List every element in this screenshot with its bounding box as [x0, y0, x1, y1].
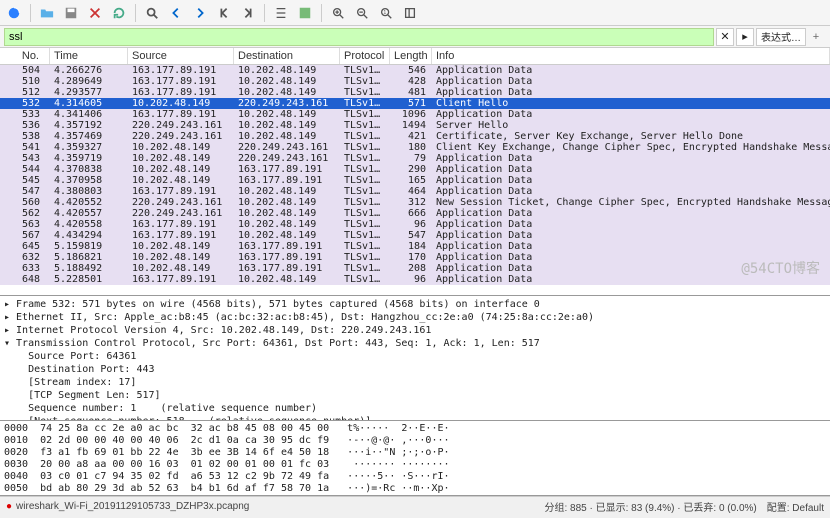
display-filter-input[interactable] — [4, 28, 714, 46]
svg-text:1: 1 — [383, 9, 386, 15]
packet-row[interactable]: 5334.341406163.177.89.19110.202.48.149TL… — [0, 109, 830, 120]
packet-row[interactable]: 5104.289649163.177.89.19110.202.48.149TL… — [0, 76, 830, 87]
packet-row[interactable]: 5624.420557220.249.243.16110.202.48.149T… — [0, 208, 830, 219]
expert-info-icon[interactable]: ● — [6, 501, 12, 512]
autoscroll-icon[interactable] — [271, 3, 291, 23]
status-bar: ● wireshark_Wi-Fi_20191129105733_DZHP3x.… — [0, 496, 830, 516]
detail-line[interactable]: ▸ Frame 532: 571 bytes on wire (4568 bit… — [4, 298, 826, 311]
add-filter-tab[interactable]: + — [806, 31, 826, 43]
col-src[interactable]: Source — [128, 48, 234, 64]
packet-row[interactable]: 5634.420558163.177.89.19110.202.48.149TL… — [0, 219, 830, 230]
packet-row[interactable]: 5604.420552220.249.243.16110.202.48.149T… — [0, 197, 830, 208]
col-proto[interactable]: Protocol — [340, 48, 390, 64]
hex-row[interactable]: 0030 20 00 a8 aa 00 00 16 03 01 02 00 01… — [4, 459, 826, 471]
status-profile[interactable]: 配置: Default — [767, 499, 824, 514]
reload-icon[interactable] — [109, 3, 129, 23]
hex-row[interactable]: 0050 bd ab 80 29 3d ab 52 63 b4 b1 6d af… — [4, 483, 826, 495]
packet-row[interactable]: 5044.266276163.177.89.19110.202.48.149TL… — [0, 65, 830, 76]
main-toolbar: 1 — [0, 0, 830, 26]
packet-row[interactable]: 5454.37095810.202.48.149163.177.89.191TL… — [0, 175, 830, 186]
detail-line[interactable]: Sequence number: 1 (relative sequence nu… — [4, 402, 826, 415]
packet-row[interactable]: 6325.18682110.202.48.149163.177.89.191TL… — [0, 252, 830, 263]
packet-row[interactable]: 5384.357469220.249.243.16110.202.48.149T… — [0, 131, 830, 142]
hex-row[interactable]: 0000 74 25 8a cc 2e a0 ac bc 32 ac b8 45… — [4, 423, 826, 435]
detail-line[interactable]: [Stream index: 17] — [4, 376, 826, 389]
col-no[interactable]: No. — [0, 48, 50, 64]
zoom-out-icon[interactable] — [352, 3, 372, 23]
filter-bar: ✕ ▸ 表达式… + — [0, 26, 830, 48]
packet-details-pane[interactable]: ▸ Frame 532: 571 bytes on wire (4568 bit… — [0, 296, 830, 421]
packet-row[interactable]: 5674.434294163.177.89.19110.202.48.149TL… — [0, 230, 830, 241]
expression-button[interactable]: 表达式… — [756, 28, 806, 46]
jump-first-icon[interactable] — [214, 3, 234, 23]
open-folder-icon[interactable] — [37, 3, 57, 23]
logo-icon — [4, 3, 24, 23]
packet-row[interactable]: 6335.18849210.202.48.149163.177.89.191TL… — [0, 263, 830, 274]
prev-icon[interactable] — [166, 3, 186, 23]
packet-row[interactable]: 5364.357192220.249.243.16110.202.48.149T… — [0, 120, 830, 131]
packet-row[interactable]: 5324.31460510.202.48.149220.249.243.161T… — [0, 98, 830, 109]
detail-line[interactable]: ▸ Internet Protocol Version 4, Src: 10.2… — [4, 324, 826, 337]
detail-line[interactable]: ▸ Ethernet II, Src: Apple_ac:b8:45 (ac:b… — [4, 311, 826, 324]
packet-row[interactable]: 5124.293577163.177.89.19110.202.48.149TL… — [0, 87, 830, 98]
hex-row[interactable]: 0010 02 2d 00 00 40 00 40 06 2c d1 0a ca… — [4, 435, 826, 447]
search-icon[interactable] — [142, 3, 162, 23]
packet-row[interactable]: 5434.35971910.202.48.149220.249.243.161T… — [0, 153, 830, 164]
detail-line[interactable]: ▾ Transmission Control Protocol, Src Por… — [4, 337, 826, 350]
col-dst[interactable]: Destination — [234, 48, 340, 64]
status-packets: 分组: 885 · 已显示: 83 (9.4%) · 已丢弃: 0 (0.0%) — [544, 499, 756, 514]
col-info[interactable]: Info — [432, 48, 830, 64]
zoom-reset-icon[interactable]: 1 — [376, 3, 396, 23]
colorize-icon[interactable] — [295, 3, 315, 23]
zoom-in-icon[interactable] — [328, 3, 348, 23]
packet-row[interactable]: 6485.228501163.177.89.19110.202.48.149TL… — [0, 274, 830, 285]
detail-line[interactable]: [TCP Segment Len: 517] — [4, 389, 826, 402]
clear-filter-icon[interactable]: ✕ — [716, 28, 734, 46]
col-len[interactable]: Length — [390, 48, 432, 64]
packet-list-header: No. Time Source Destination Protocol Len… — [0, 48, 830, 65]
status-file: wireshark_Wi-Fi_20191129105733_DZHP3x.pc… — [16, 501, 249, 512]
close-icon[interactable] — [85, 3, 105, 23]
packet-row[interactable]: 5414.35932710.202.48.149220.249.243.161T… — [0, 142, 830, 153]
next-icon[interactable] — [190, 3, 210, 23]
packet-row[interactable]: 5444.37083810.202.48.149163.177.89.191TL… — [0, 164, 830, 175]
packet-row[interactable]: 6455.15981910.202.48.149163.177.89.191TL… — [0, 241, 830, 252]
packet-row[interactable]: 5474.380803163.177.89.19110.202.48.149TL… — [0, 186, 830, 197]
apply-filter-icon[interactable]: ▸ — [736, 28, 754, 46]
hex-row[interactable]: 0040 03 c0 01 c7 94 35 02 fd a6 53 12 c2… — [4, 471, 826, 483]
resize-cols-icon[interactable] — [400, 3, 420, 23]
packet-bytes-pane[interactable]: 0000 74 25 8a cc 2e a0 ac bc 32 ac b8 45… — [0, 421, 830, 496]
detail-line[interactable]: Destination Port: 443 — [4, 363, 826, 376]
packet-list-pane[interactable]: No. Time Source Destination Protocol Len… — [0, 48, 830, 296]
jump-last-icon[interactable] — [238, 3, 258, 23]
hex-row[interactable]: 0020 f3 a1 fb 69 01 bb 22 4e 3b ee 3B 14… — [4, 447, 826, 459]
col-time[interactable]: Time — [50, 48, 128, 64]
save-icon[interactable] — [61, 3, 81, 23]
detail-line[interactable]: Source Port: 64361 — [4, 350, 826, 363]
